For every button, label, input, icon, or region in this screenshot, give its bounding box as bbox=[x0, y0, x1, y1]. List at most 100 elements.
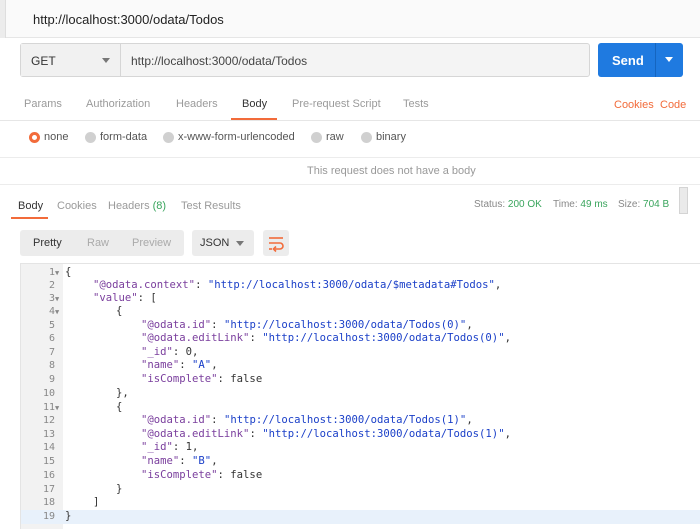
code-line: "isComplete": false bbox=[141, 469, 262, 481]
line-number: 17 bbox=[42, 484, 55, 495]
code-token: { bbox=[116, 401, 123, 413]
radio-form-data[interactable] bbox=[85, 132, 96, 143]
line-number: 1 bbox=[48, 267, 55, 278]
code-key: "isComplete" bbox=[141, 469, 218, 481]
chevron-down-icon bbox=[102, 58, 110, 63]
url-input[interactable]: http://localhost:3000/odata/Todos bbox=[131, 54, 307, 68]
line-number: 19 bbox=[42, 511, 55, 522]
fold-toggle-icon[interactable]: ▼ bbox=[55, 308, 63, 316]
code-line: "isComplete": false bbox=[141, 373, 262, 385]
response-tab-test-results[interactable]: Test Results bbox=[181, 200, 241, 212]
code-line: } bbox=[65, 510, 71, 522]
fold-toggle-icon[interactable]: ▼ bbox=[55, 295, 63, 303]
view-pretty[interactable]: Pretty bbox=[33, 237, 62, 249]
code-token: } bbox=[116, 483, 123, 495]
tab-title[interactable]: http://localhost:3000/odata/Todos bbox=[33, 12, 224, 27]
code-token: , bbox=[466, 319, 473, 331]
code-link[interactable]: Code bbox=[660, 99, 686, 111]
line-number: 10 bbox=[42, 388, 55, 399]
tab-headers[interactable]: Headers bbox=[176, 98, 218, 110]
radio-form-data-label[interactable]: form-data bbox=[100, 131, 147, 143]
response-tab-cookies[interactable]: Cookies bbox=[57, 200, 97, 212]
radio-raw[interactable] bbox=[311, 132, 322, 143]
code-token: : 1, bbox=[172, 441, 199, 453]
code-key: "isComplete" bbox=[141, 373, 218, 385]
wrap-lines-button[interactable] bbox=[263, 230, 289, 256]
chevron-down-icon bbox=[236, 241, 244, 246]
code-token: : 0, bbox=[172, 346, 199, 358]
code-line: "@odata.editLink": "http://localhost:300… bbox=[141, 428, 511, 440]
radio-binary-label[interactable]: binary bbox=[376, 131, 406, 143]
line-number: 13 bbox=[42, 429, 55, 440]
line-number: 3 bbox=[48, 293, 55, 304]
radio-none[interactable] bbox=[29, 132, 40, 143]
code-token: , bbox=[504, 428, 511, 440]
line-number: 2 bbox=[48, 280, 55, 291]
status-readout: Status: 200 OK bbox=[474, 199, 542, 210]
active-line-highlight bbox=[21, 510, 700, 524]
code-token: : false bbox=[217, 373, 263, 385]
code-key: "@odata.context" bbox=[93, 279, 196, 291]
radio-binary[interactable] bbox=[361, 132, 372, 143]
status-label: Status: bbox=[474, 199, 506, 210]
request-bar: GET http://localhost:3000/odata/Todos bbox=[20, 43, 590, 77]
time-readout: Time: 49 ms bbox=[553, 199, 608, 210]
code-key: "@odata.editLink" bbox=[141, 332, 250, 344]
code-token: , bbox=[211, 359, 218, 371]
response-tabs: Body Cookies Headers (8) Test Results St… bbox=[0, 193, 700, 219]
code-token: : [ bbox=[137, 292, 157, 304]
no-body-message: This request does not have a body bbox=[307, 165, 476, 177]
code-string: "http://localhost:3000/odata/Todos(1)" bbox=[262, 428, 505, 440]
radio-raw-label[interactable]: raw bbox=[326, 131, 344, 143]
code-key: "@odata.editLink" bbox=[141, 428, 250, 440]
code-key: "name" bbox=[141, 455, 180, 467]
active-tab-indicator bbox=[231, 118, 277, 120]
tab-authorization[interactable]: Authorization bbox=[86, 98, 150, 110]
view-raw[interactable]: Raw bbox=[87, 237, 109, 249]
send-options-chevron-icon[interactable] bbox=[665, 57, 673, 62]
view-preview[interactable]: Preview bbox=[132, 237, 171, 249]
code-line: { bbox=[65, 266, 71, 278]
code-line: "@odata.id": "http://localhost:3000/odat… bbox=[141, 319, 473, 331]
code-token: : bbox=[195, 279, 208, 291]
size-label: Size: bbox=[618, 199, 641, 210]
format-select[interactable]: JSON bbox=[192, 230, 254, 256]
code-token: , bbox=[494, 279, 502, 291]
send-button[interactable]: Send bbox=[598, 43, 683, 77]
send-divider bbox=[655, 43, 656, 77]
code-string: "http://localhost:3000/odata/Todos(0)" bbox=[262, 332, 505, 344]
body-type-options: none form-data x-www-form-urlencoded raw… bbox=[0, 127, 700, 149]
response-tab-headers[interactable]: Headers (8) bbox=[108, 200, 166, 212]
active-response-tab-indicator bbox=[11, 217, 48, 219]
size-value: 704 B bbox=[643, 199, 670, 210]
code-key: "_id" bbox=[141, 346, 173, 358]
response-editor[interactable]: 1 2 3 4 5 6 7 8 9 10 11 12 13 14 15 16 1… bbox=[20, 263, 700, 529]
radio-urlencoded[interactable] bbox=[163, 132, 174, 143]
response-tab-body[interactable]: Body bbox=[18, 200, 43, 212]
code-line: "@odata.context": "http://localhost:3000… bbox=[93, 279, 501, 291]
panel-scrollbar[interactable] bbox=[679, 187, 688, 214]
tab-params[interactable]: Params bbox=[24, 98, 62, 110]
line-number: 5 bbox=[48, 320, 55, 331]
code-line: } bbox=[116, 483, 122, 495]
code-token: : bbox=[211, 319, 224, 331]
tab-body[interactable]: Body bbox=[242, 98, 267, 110]
fold-toggle-icon[interactable]: ▼ bbox=[55, 269, 63, 277]
fold-toggle-icon[interactable]: ▼ bbox=[55, 404, 63, 412]
tab-tests[interactable]: Tests bbox=[403, 98, 429, 110]
time-label: Time: bbox=[553, 199, 578, 210]
method-select[interactable]: GET bbox=[21, 44, 121, 76]
code-line: "value": [ bbox=[93, 292, 157, 304]
code-string: "A" bbox=[192, 359, 212, 371]
view-mode-group: Pretty Raw Preview bbox=[20, 230, 184, 256]
radio-urlencoded-label[interactable]: x-www-form-urlencoded bbox=[178, 131, 295, 143]
line-number: 12 bbox=[42, 415, 55, 426]
line-number: 8 bbox=[48, 360, 55, 371]
cookies-link[interactable]: Cookies bbox=[614, 99, 654, 111]
code-line: "name": "B", bbox=[141, 455, 218, 467]
code-token: : bbox=[211, 414, 224, 426]
response-tab-headers-label: Headers bbox=[108, 200, 150, 212]
code-key: "_id" bbox=[141, 441, 173, 453]
tab-pre-request-script[interactable]: Pre-request Script bbox=[292, 98, 381, 110]
radio-none-label[interactable]: none bbox=[44, 131, 68, 143]
